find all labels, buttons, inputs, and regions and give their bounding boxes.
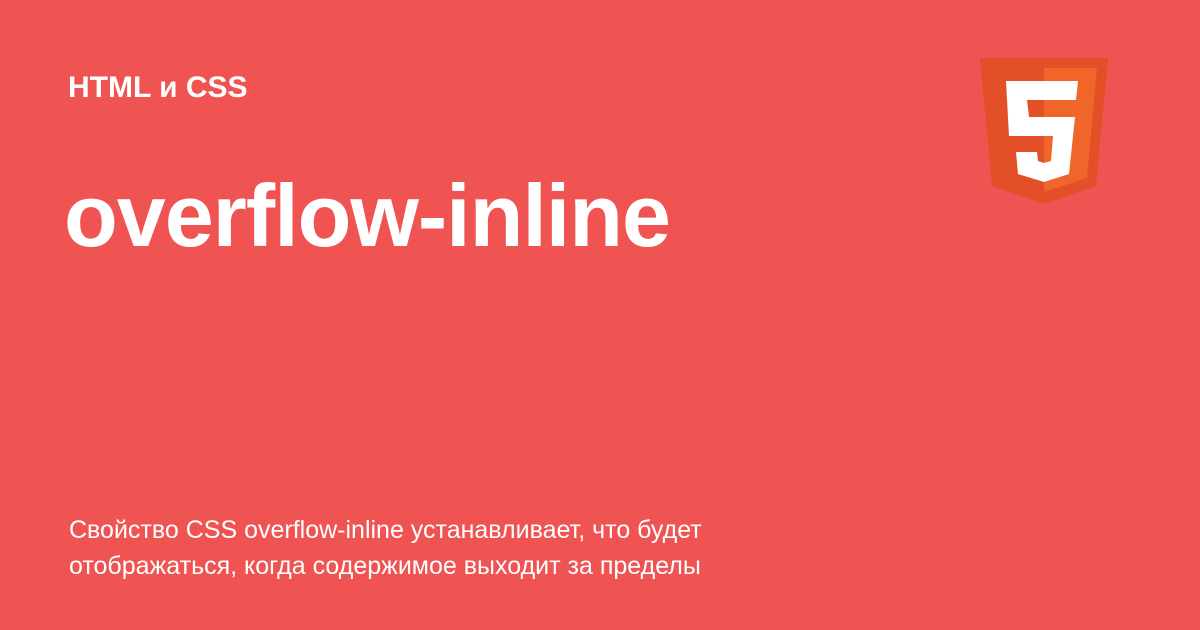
category-label: HTML и CSS <box>68 71 248 104</box>
social-card: HTML и CSS overflow-inline Свойство CSS … <box>0 0 1200 630</box>
html5-logo-icon <box>980 58 1108 204</box>
page-title: overflow-inline <box>64 166 671 265</box>
description-text: Свойство CSS overflow-inline устанавлива… <box>69 516 702 580</box>
